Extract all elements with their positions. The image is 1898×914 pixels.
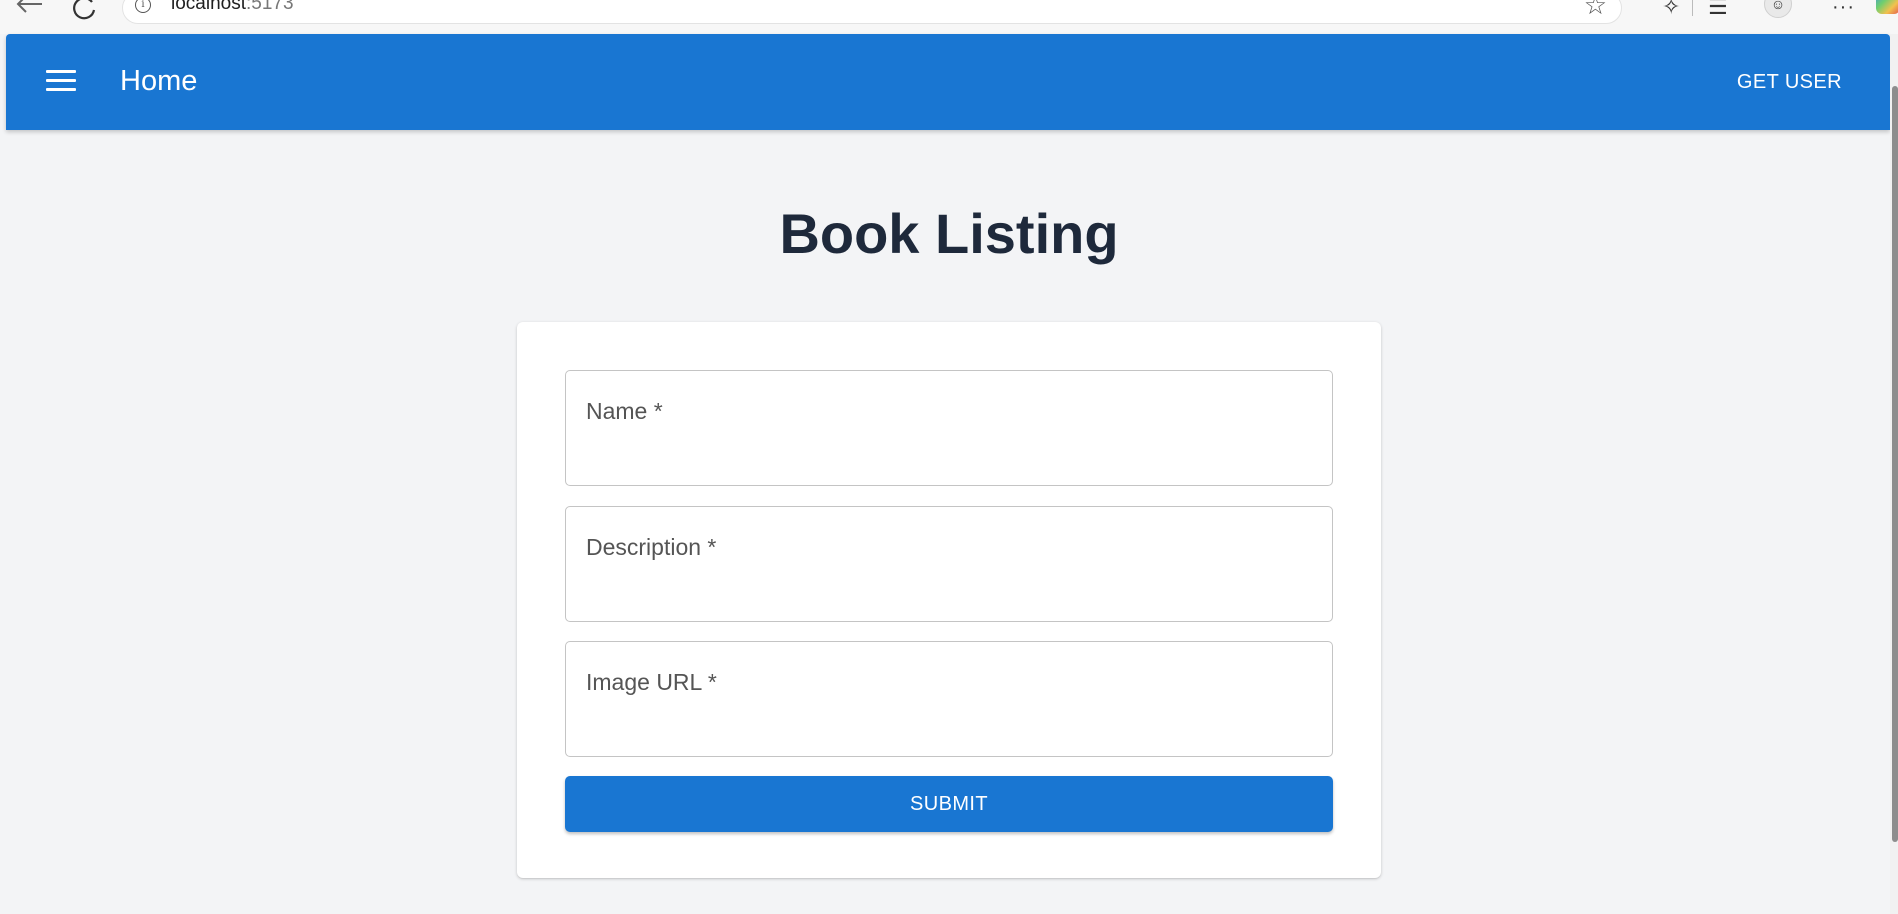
info-icon[interactable]: i xyxy=(135,0,151,13)
get-user-button[interactable]: GET USER xyxy=(1727,58,1852,106)
reload-icon[interactable] xyxy=(72,0,98,20)
app-title: Home xyxy=(120,65,198,97)
scrollbar-thumb[interactable] xyxy=(1892,86,1898,842)
submit-button[interactable]: SUBMIT xyxy=(565,776,1333,832)
browser-toolbar: i localhost:5173 ☆ ✧ ☰ ☺ ··· xyxy=(0,0,1898,34)
image-url-field[interactable]: Image URL * xyxy=(565,641,1333,757)
book-form: Name * Description * Image URL * SUBMIT xyxy=(517,322,1381,878)
image-url-input[interactable] xyxy=(566,642,1332,756)
address-bar[interactable]: i localhost:5173 ☆ xyxy=(122,0,1622,24)
toolbar-divider xyxy=(1692,0,1693,16)
puzzle-icon[interactable]: ✧ xyxy=(1662,0,1680,18)
page-scrollbar[interactable] xyxy=(1890,34,1898,914)
page-title: Book Listing xyxy=(779,202,1119,265)
description-input[interactable] xyxy=(566,507,1332,621)
copilot-icon[interactable] xyxy=(1876,0,1898,14)
name-field[interactable]: Name * xyxy=(565,370,1333,486)
description-field[interactable]: Description * xyxy=(565,506,1333,622)
more-icon[interactable]: ··· xyxy=(1832,0,1855,18)
profile-icon[interactable]: ☺ xyxy=(1764,0,1792,18)
star-icon[interactable]: ☆ xyxy=(1584,0,1607,18)
app-bar: Home GET USER xyxy=(6,34,1890,130)
back-arrow-icon[interactable] xyxy=(14,0,44,14)
url-text: localhost:5173 xyxy=(171,0,294,14)
name-input[interactable] xyxy=(566,371,1332,485)
menu-icon[interactable] xyxy=(46,70,76,92)
favorites-icon[interactable]: ☰ xyxy=(1708,0,1728,18)
